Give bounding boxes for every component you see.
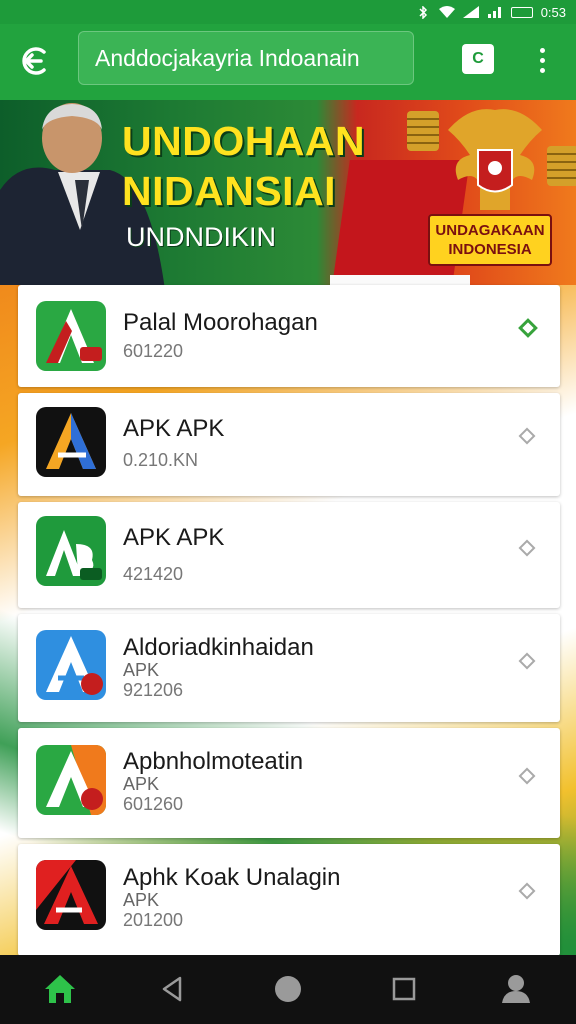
garuda-emblem-icon [448, 109, 542, 210]
app-meta: 421420 [123, 564, 184, 584]
list-item[interactable]: Aldoriadkinhaidan APK 921206 [18, 614, 560, 722]
back-button[interactable] [14, 40, 56, 82]
list-item[interactable]: APK APK 0.210.KN [18, 393, 560, 496]
diamond-icon[interactable] [518, 767, 536, 785]
list-item[interactable]: Palal Moorohagan 601220 [18, 285, 560, 387]
browser-toolbar: Anddocjakayria Indoanain C [0, 24, 576, 100]
app-type: APK [123, 890, 160, 910]
coins-icon [547, 146, 576, 186]
status-time: 0:53 [540, 4, 566, 20]
recents-icon [392, 977, 416, 1001]
app-meta: 921206 [123, 680, 184, 700]
app-icon-a-orange-blue [36, 407, 106, 477]
status-bar: 0:53 [0, 0, 576, 24]
app-icon-a-green-orange [36, 745, 106, 815]
banner-headline-2: NIDANSIAI [122, 168, 337, 214]
app-name: APK APK [123, 524, 225, 551]
app-icon-a-green [36, 301, 106, 371]
promo-banner[interactable]: UNDOHAAN NIDANSIAI UNDNDIKIN UNDAGAKAAN … [0, 100, 576, 290]
banner-headline-3: UNDNDIKIN [126, 222, 277, 252]
home-icon [45, 975, 75, 1003]
list-item[interactable]: APK APK 421420 [18, 502, 560, 608]
coins-icon [407, 111, 439, 151]
app-name: APK APK [123, 415, 225, 442]
diamond-icon[interactable] [518, 652, 536, 670]
list-item[interactable]: Aphk Koak Unalagin APK 201200 [18, 844, 560, 956]
diamond-icon[interactable] [518, 427, 536, 445]
battery-icon [510, 6, 533, 18]
app-meta: 601220 [123, 341, 184, 361]
diamond-icon[interactable] [518, 539, 536, 557]
app-name: Aphk Koak Unalagin [123, 864, 341, 891]
app-name: Apbnholmoteatin [123, 748, 304, 775]
back-triangle-icon [162, 976, 182, 1002]
tab-switcher-button[interactable]: C [462, 44, 494, 74]
app-name: Palal Moorohagan [123, 309, 318, 336]
recents-nav-button[interactable] [384, 969, 424, 1009]
app-name: Aldoriadkinhaidan [123, 634, 314, 661]
back-nav-button[interactable] [152, 969, 192, 1009]
badge-line-2: INDONESIA [448, 241, 532, 258]
menu-dot-icon [539, 47, 545, 53]
menu-dot-icon [539, 57, 545, 63]
app-icon-a-red-black [36, 860, 106, 930]
banner-badge: UNDAGAKAAN INDONESIA [428, 214, 552, 266]
back-arrow-icon [22, 47, 46, 75]
url-field[interactable]: Anddocjakayria Indoanain [78, 31, 414, 85]
app-meta: 0.210.KN [123, 450, 199, 470]
overflow-menu-button[interactable] [528, 42, 556, 78]
signal-icon [462, 6, 479, 18]
bluetooth-icon [415, 5, 431, 19]
home-tab-button[interactable] [40, 969, 80, 1009]
profile-icon [502, 975, 530, 1003]
app-type: APK [123, 774, 160, 794]
signal-icon-2 [487, 6, 503, 18]
menu-dot-icon [539, 67, 545, 73]
diamond-icon[interactable] [518, 318, 538, 338]
app-icon-a-blue [36, 630, 106, 700]
wifi-icon [438, 6, 455, 18]
app-type: APK [123, 660, 160, 680]
home-nav-button[interactable] [268, 969, 308, 1009]
app-meta: 601260 [123, 794, 184, 814]
banner-headline-1: UNDOHAAN [122, 118, 366, 164]
home-circle-icon [275, 976, 301, 1002]
diamond-icon[interactable] [518, 882, 536, 900]
app-icon-ab-green [36, 516, 106, 586]
badge-line-1: UNDAGAKAAN [435, 222, 545, 239]
list-item[interactable]: Apbnholmoteatin APK 601260 [18, 728, 560, 838]
app-meta: 201200 [123, 910, 184, 930]
navigation-bar [0, 955, 576, 1024]
profile-nav-button[interactable] [496, 969, 536, 1009]
